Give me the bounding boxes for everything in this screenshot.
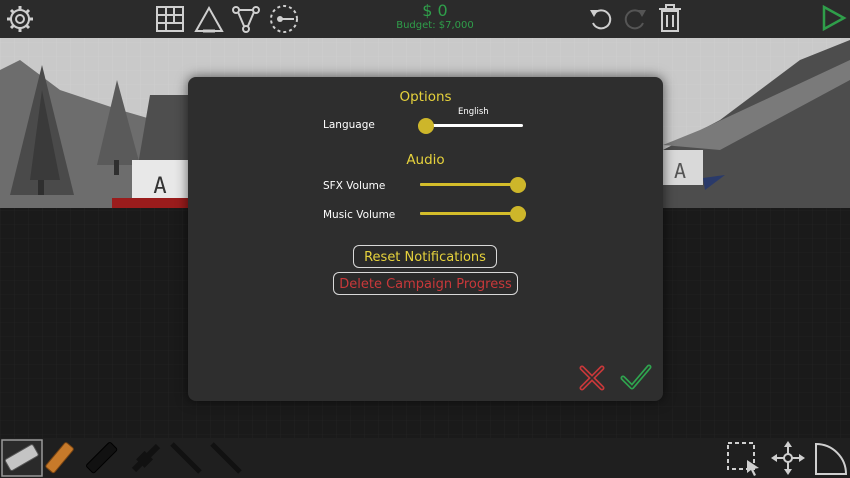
sign-left-text: A: [153, 174, 166, 199]
steel-material-icon[interactable]: [82, 438, 122, 478]
arc-icon[interactable]: [812, 440, 848, 476]
path-icon[interactable]: [268, 3, 300, 35]
cable-material-icon[interactable]: [206, 438, 246, 478]
warning-triangle-icon[interactable]: [193, 4, 225, 34]
music-volume-slider[interactable]: [420, 206, 526, 222]
redo-icon[interactable]: [621, 4, 649, 32]
build-materials-icon[interactable]: [154, 4, 186, 34]
music-slider-fill: [420, 212, 518, 215]
trash-icon[interactable]: [656, 3, 684, 33]
music-slider-knob[interactable]: [510, 206, 526, 222]
budget-amount: $ 0: [422, 1, 448, 20]
options-dialog: Options Language English Audio SFX Volum…: [188, 77, 663, 401]
graph-nodes-icon[interactable]: [230, 4, 262, 34]
close-icon[interactable]: [578, 365, 606, 391]
gear-icon[interactable]: [4, 4, 36, 34]
checkmark-icon[interactable]: [620, 363, 652, 391]
move-icon[interactable]: [770, 440, 806, 476]
select-icon[interactable]: [725, 440, 763, 476]
budget-label: Budget: $7,000: [396, 20, 474, 31]
sfx-slider-knob[interactable]: [510, 177, 526, 193]
wood-material-icon[interactable]: [42, 438, 78, 478]
play-icon[interactable]: [818, 4, 848, 32]
hydraulic-material-icon[interactable]: [126, 438, 166, 478]
rope-material-icon[interactable]: [166, 438, 206, 478]
bottom-toolbar: [0, 438, 850, 478]
top-toolbar: $ 0 Budget: $7,000: [0, 0, 850, 38]
budget-display: $ 0 Budget: $7,000: [390, 2, 480, 32]
undo-icon[interactable]: [587, 4, 615, 32]
language-value: English: [458, 107, 489, 117]
sfx-volume-slider[interactable]: [420, 177, 526, 193]
sfx-slider-fill: [420, 183, 518, 186]
road-material-icon[interactable]: [0, 438, 44, 478]
language-slider-knob[interactable]: [418, 118, 434, 134]
reset-notifications-button[interactable]: Reset Notifications: [353, 245, 497, 268]
sign-right-text: A: [674, 159, 686, 183]
delete-campaign-progress-button[interactable]: Delete Campaign Progress: [333, 272, 518, 295]
options-title: Options: [399, 89, 452, 105]
audio-title: Audio: [406, 152, 445, 168]
language-slider[interactable]: [418, 118, 523, 134]
sfx-volume-label: SFX Volume: [323, 180, 386, 192]
music-volume-label: Music Volume: [323, 209, 396, 221]
language-label: Language: [323, 119, 375, 131]
